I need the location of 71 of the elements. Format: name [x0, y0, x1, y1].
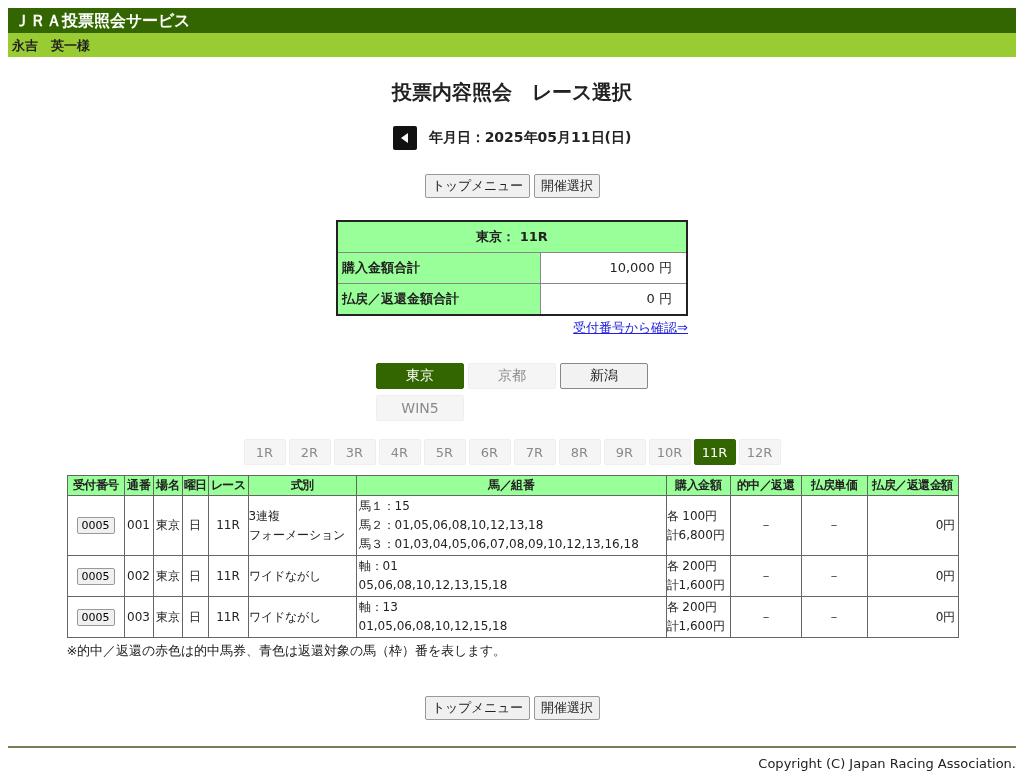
table-cell: －	[730, 555, 801, 597]
table-cell: 東京	[153, 495, 182, 556]
cell-line: ワイドながし	[248, 608, 321, 626]
venue-tab[interactable]: 新潟	[560, 363, 648, 389]
table-cell: 日	[182, 596, 208, 638]
venue-select-button[interactable]: 開催選択	[533, 696, 600, 720]
table-cell: 日	[182, 495, 208, 556]
receipt-number-button[interactable]: 0005	[76, 608, 115, 626]
previous-day-button[interactable]	[392, 126, 417, 150]
column-header: レース	[208, 475, 248, 496]
column-header: 払戻／返還金額	[867, 475, 958, 496]
column-header: 的中／返還	[730, 475, 801, 496]
column-header: 場名	[153, 475, 182, 496]
table-cell: －	[801, 596, 867, 638]
column-header: 購入金額	[666, 475, 730, 496]
cell-line: 05,06,08,10,12,13,15,18	[358, 577, 508, 594]
cell-line: 軸：13	[358, 599, 398, 616]
summary-heading: 東京： 11R	[337, 221, 687, 253]
cell-line: 計1,600円	[666, 577, 725, 594]
summary-label: 払戻／返還金額合計	[337, 283, 540, 315]
cell-line: 各 200円	[666, 558, 718, 575]
receipt-number-button[interactable]: 0005	[76, 567, 115, 585]
service-title: ＪＲＡ投票照会サービス	[14, 11, 190, 30]
venue-select-button[interactable]: 開催選択	[533, 174, 600, 198]
date-label: 年月日：2025年05月11日(日)	[428, 129, 632, 147]
cell-line: 3連複	[248, 507, 281, 525]
table-cell: －	[801, 495, 867, 556]
table-cell: 001	[124, 495, 153, 556]
table-cell: 003	[124, 596, 153, 638]
table-cell: 0円	[867, 596, 958, 638]
column-header: 受付番号	[67, 475, 124, 496]
left-triangle-icon	[400, 133, 409, 143]
column-header: 通番	[124, 475, 153, 496]
cell-line: 馬１：15	[358, 498, 410, 515]
table-cell: 11R	[208, 495, 248, 556]
race-tab[interactable]: 11R	[693, 439, 736, 465]
user-name: 永吉 英一様	[12, 38, 90, 53]
summary-label: 購入金額合計	[337, 252, 540, 284]
top-menu-button[interactable]: トップメニュー	[424, 696, 530, 720]
top-menu-button[interactable]: トップメニュー	[424, 174, 530, 198]
column-header: 式別	[248, 475, 356, 496]
table-cell: 0円	[867, 495, 958, 556]
column-header: 馬／組番	[356, 475, 666, 496]
table-cell: －	[730, 495, 801, 556]
cell-line: 計6,800円	[666, 526, 725, 544]
table-cell: －	[801, 555, 867, 597]
cell-line: 各 200円	[666, 599, 718, 616]
cell-line: 馬２：01,05,06,08,10,12,13,18	[358, 517, 544, 534]
column-header: 曜日	[182, 475, 208, 496]
table-cell: 日	[182, 555, 208, 597]
cell-line: 軸：01	[358, 558, 398, 575]
cell-line: 馬３：01,03,04,05,06,07,08,09,10,12,13,16,18	[358, 536, 639, 553]
cell-line: 各 100円	[666, 507, 718, 525]
copyright-text: Copyright (C) Japan Racing Association.	[758, 756, 1016, 771]
table-cell: 002	[124, 555, 153, 597]
cell-line: 計1,600円	[666, 618, 725, 635]
table-cell: 東京	[153, 555, 182, 597]
column-header: 払戻単価	[801, 475, 867, 496]
receipt-number-button[interactable]: 0005	[76, 517, 115, 534]
venue-tab[interactable]: 東京	[376, 363, 464, 389]
table-cell: 東京	[153, 596, 182, 638]
table-cell: －	[730, 596, 801, 638]
cell-line: 01,05,06,08,10,12,15,18	[358, 618, 508, 635]
page-title: 投票内容照会 レース選択	[390, 79, 633, 106]
table-cell: 11R	[208, 555, 248, 597]
cell-line: フォーメーション	[248, 526, 345, 544]
table-cell: 0円	[867, 555, 958, 597]
receipt-check-link[interactable]: 受付番号から確認⇒	[573, 319, 688, 337]
table-cell: 11R	[208, 596, 248, 638]
cell-line: ワイドながし	[248, 567, 321, 585]
legend-note: ※的中／返還の赤色は的中馬券、青色は返還対象の馬（枠）番を表します。	[66, 642, 508, 660]
